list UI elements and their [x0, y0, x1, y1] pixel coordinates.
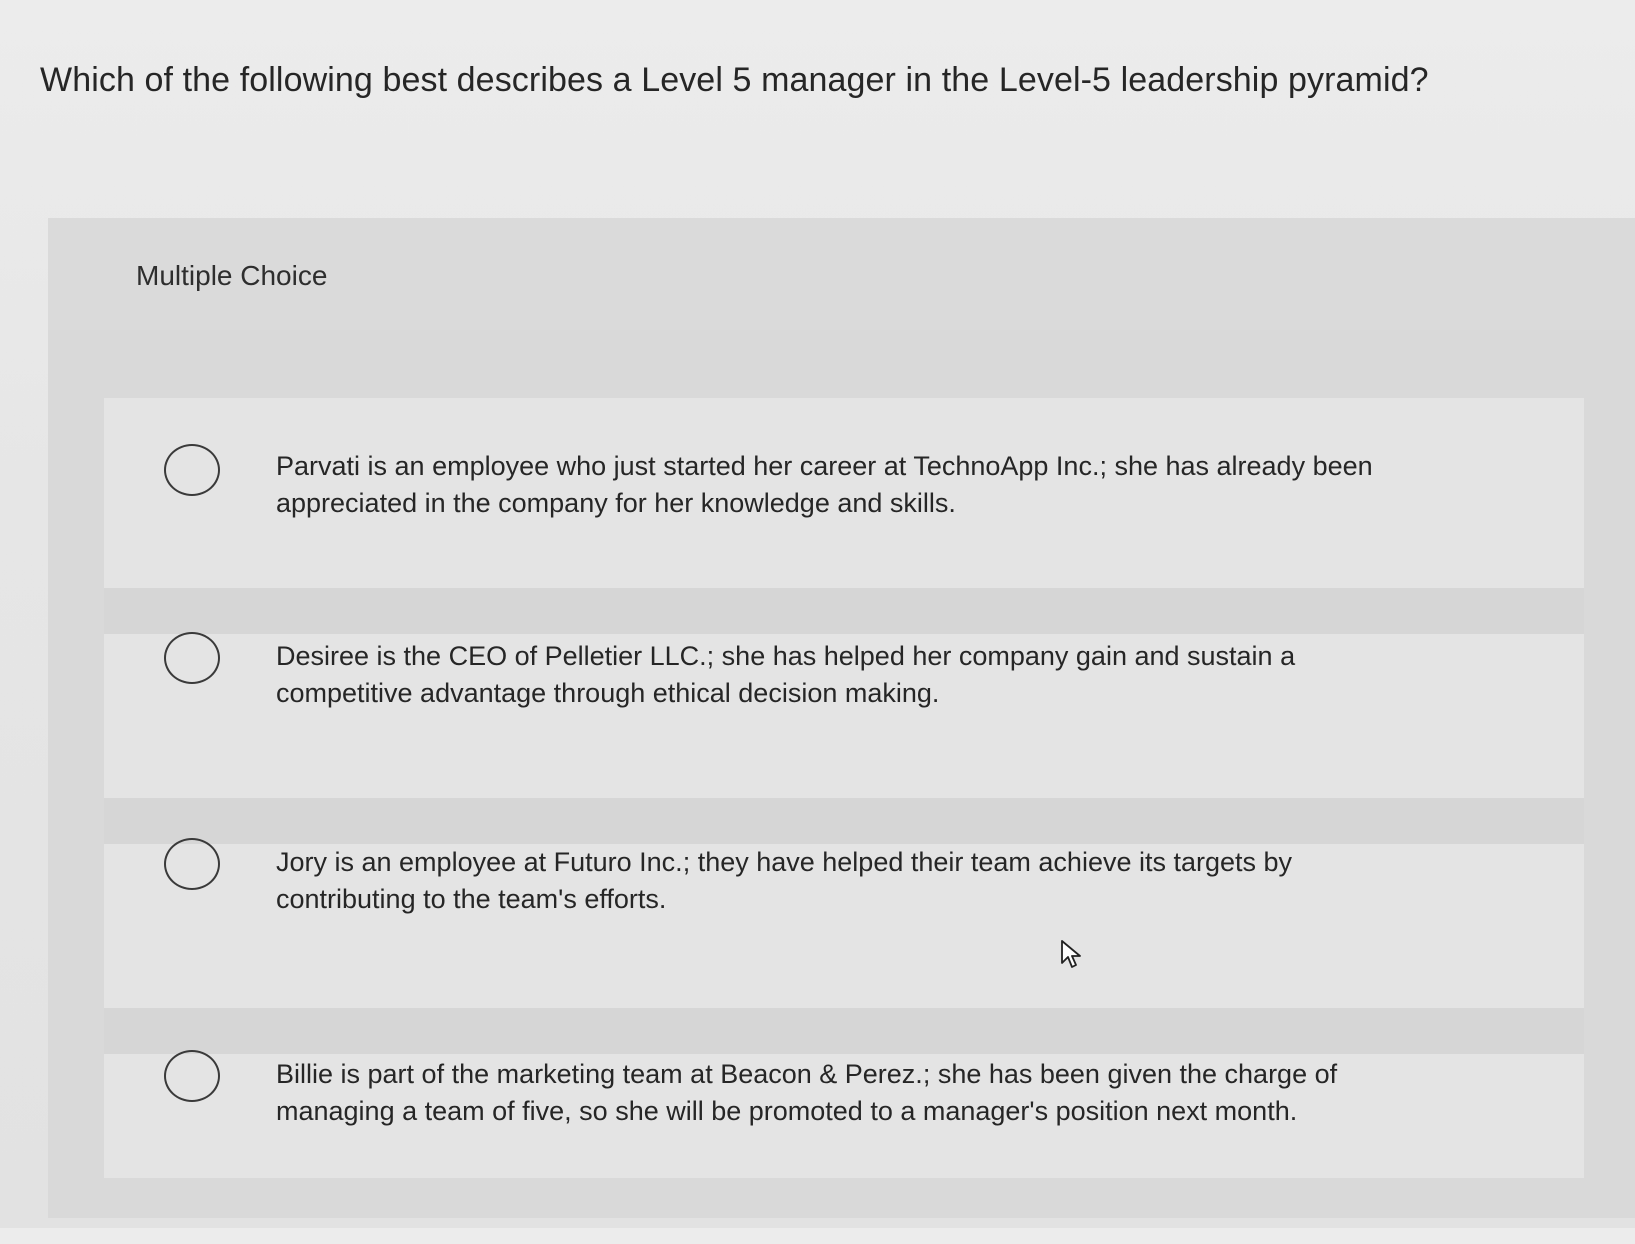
- option-d-text: Billie is part of the marketing team at …: [276, 1059, 1338, 1126]
- option-divider: [104, 798, 1584, 844]
- option-a-text: Parvati is an employee who just started …: [276, 451, 1373, 518]
- radio-option-d[interactable]: [164, 1050, 220, 1102]
- section-label: Multiple Choice: [136, 260, 328, 291]
- multiple-choice-card: Multiple Choice Parvati is an employee w…: [48, 218, 1635, 1218]
- option-b[interactable]: Desiree is the CEO of Pelletier LLC.; sh…: [104, 632, 1584, 824]
- radio-option-c[interactable]: [164, 838, 220, 890]
- option-divider: [104, 1008, 1584, 1054]
- options-list: Parvati is an employee who just started …: [104, 398, 1584, 1178]
- option-c-text: Jory is an employee at Futuro Inc.; they…: [276, 847, 1293, 914]
- card-header: Multiple Choice: [48, 218, 1635, 330]
- option-divider: [104, 588, 1584, 634]
- radio-option-b[interactable]: [164, 632, 220, 684]
- option-d[interactable]: Billie is part of the marketing team at …: [104, 1050, 1584, 1244]
- option-a[interactable]: Parvati is an employee who just started …: [104, 418, 1584, 608]
- question-text: Which of the following best describes a …: [40, 61, 1429, 99]
- option-b-text: Desiree is the CEO of Pelletier LLC.; sh…: [276, 641, 1296, 708]
- radio-option-a[interactable]: [164, 444, 220, 496]
- option-c[interactable]: Jory is an employee at Futuro Inc.; they…: [104, 838, 1584, 1034]
- mouse-pointer-icon: [1061, 940, 1081, 968]
